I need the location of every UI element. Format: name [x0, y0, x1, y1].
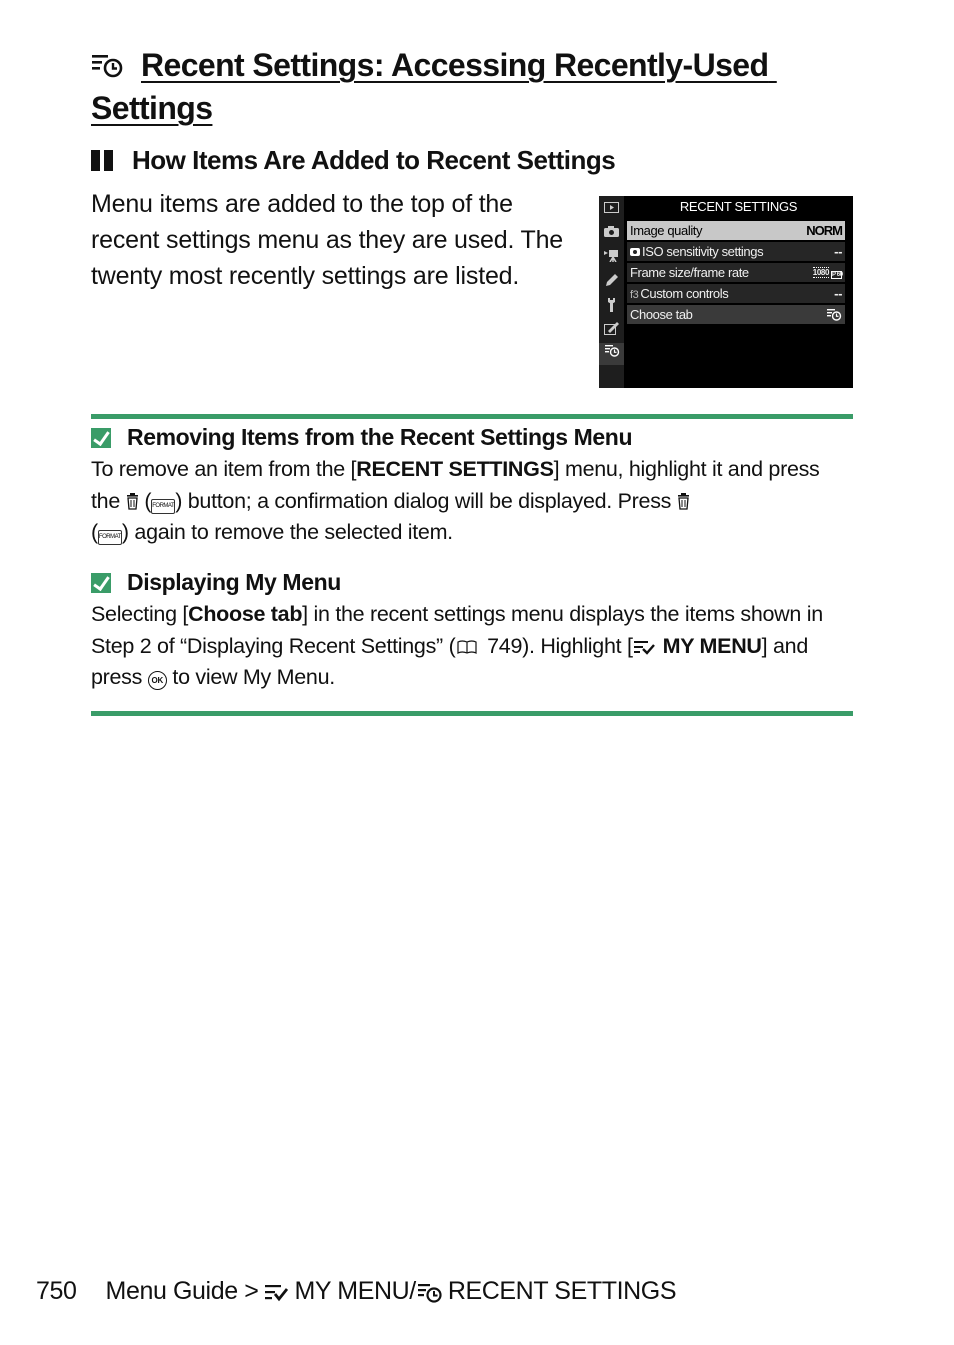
- breadcrumb-my-menu[interactable]: MY MENU/: [294, 1277, 416, 1306]
- format-button-icon: FORMAT: [151, 498, 176, 514]
- title-line-2: Settings: [91, 90, 213, 126]
- text: ) again to remove the selected item.: [121, 520, 453, 544]
- recent-settings-icon: [826, 305, 842, 324]
- camera-menu-screenshot: RECENT SETTINGS Image quality NORM ISO s…: [599, 196, 853, 388]
- text: ). Highlight [: [522, 633, 633, 658]
- note-body-removing: To remove an item from the [RECENT SETTI…: [91, 454, 853, 549]
- photo-shooting-icon: [603, 225, 620, 239]
- menu-name: MY MENU: [662, 633, 762, 658]
- custom-setting-code: f3: [630, 289, 639, 301]
- menu-item-iso-sensitivity[interactable]: ISO sensitivity settings --: [627, 242, 845, 261]
- note-heading-text: Removing Items from the Recent Settings …: [127, 424, 633, 450]
- trash-icon: [677, 492, 689, 510]
- text: ) button; a confirmation dialog will be …: [175, 488, 677, 513]
- menu-tab-rail: [599, 196, 624, 388]
- menu-item-label: Image quality: [630, 223, 703, 238]
- recent-settings-tab-icon: [599, 343, 624, 365]
- note-heading-text: Displaying My Menu: [127, 569, 341, 595]
- my-menu-icon: [633, 640, 655, 655]
- page-footer: 750 Menu Guide > MY MENU/ RECENT SETTING…: [36, 1277, 677, 1306]
- checkmark-icon: [91, 427, 111, 448]
- menu-item-value: NORM: [806, 223, 843, 238]
- text: To remove an item from the [: [91, 457, 357, 481]
- text: (: [91, 520, 98, 544]
- menu-item-label: Choose tab: [630, 307, 693, 322]
- trash-icon: [126, 492, 138, 510]
- page-number: 750: [36, 1277, 77, 1305]
- note-heading-my-menu: Displaying My Menu: [91, 569, 341, 596]
- menu-item-value: --: [834, 286, 842, 301]
- note-body-my-menu: Selecting [Choose tab] in the recent set…: [91, 599, 853, 694]
- menu-item-label: Frame size/frame rate: [630, 265, 749, 280]
- intro-paragraph: Menu items are added to the top of the r…: [91, 190, 563, 290]
- setup-icon: [603, 297, 620, 312]
- recent-settings-icon: [417, 1283, 442, 1303]
- menu-item-value: --: [834, 244, 842, 259]
- page-reference-link[interactable]: 749: [487, 634, 522, 658]
- title-line-1: Recent Settings: Accessing Recently-Used: [141, 47, 769, 83]
- note-heading-removing: Removing Items from the Recent Settings …: [91, 424, 632, 451]
- text: Selecting [: [91, 602, 189, 626]
- retouch-icon: [603, 321, 620, 335]
- my-menu-icon: [265, 1284, 289, 1301]
- camera-icon: [630, 248, 640, 256]
- movie-shooting-icon: [603, 249, 620, 263]
- menu-item-label: ISO sensitivity settings: [642, 244, 764, 259]
- menu-item-name: Choose tab: [188, 602, 303, 626]
- menu-item-image-quality[interactable]: Image quality NORM: [627, 221, 845, 240]
- page-title: Recent Settings: Accessing Recently-Used…: [91, 44, 831, 130]
- menu-item-label: Custom controls: [640, 286, 729, 301]
- section-heading: How Items Are Added to Recent Settings: [91, 145, 616, 176]
- menu-item-choose-tab[interactable]: Choose tab: [627, 305, 845, 324]
- checkmark-icon: [91, 572, 111, 593]
- text: to view My Menu.: [166, 665, 335, 689]
- book-icon: [457, 639, 478, 654]
- breadcrumb-menu-guide[interactable]: Menu Guide >: [106, 1277, 259, 1306]
- menu-item-custom-controls[interactable]: f3 Custom controls --: [627, 284, 845, 303]
- playback-icon: [603, 202, 620, 216]
- frame-size-badge: 1080: [812, 267, 829, 278]
- text: (: [138, 488, 152, 513]
- section-marker-icon: [91, 150, 115, 171]
- custom-settings-icon: [603, 273, 620, 287]
- ok-button-icon: OK: [147, 671, 167, 690]
- section-heading-text: How Items Are Added to Recent Settings: [132, 145, 616, 175]
- frame-rate-badge: P 60: [831, 271, 843, 279]
- menu-name: RECENT SETTINGS: [356, 457, 554, 481]
- format-button-icon: FORMAT: [97, 530, 122, 545]
- recent-settings-icon: [92, 55, 123, 78]
- note-top-rule: [91, 414, 853, 419]
- menu-item-frame-size[interactable]: Frame size/frame rate 1080 P 60: [627, 263, 845, 282]
- note-bottom-rule: [91, 711, 853, 716]
- breadcrumb-recent-settings[interactable]: RECENT SETTINGS: [448, 1277, 677, 1306]
- screen-header: RECENT SETTINGS: [679, 199, 798, 214]
